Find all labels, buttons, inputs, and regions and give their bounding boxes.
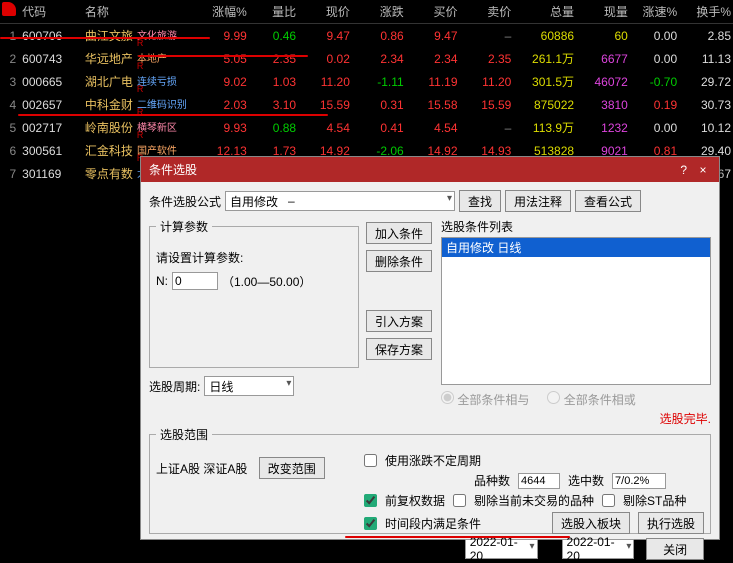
n-label: N: <box>156 274 168 288</box>
list-item[interactable]: 自用修改 日线 <box>442 238 710 257</box>
timecond-check[interactable] <box>364 517 377 530</box>
table-row[interactable]: 1600706曲江文旅文化旅游R9.990.469.470.869.47–608… <box>0 24 733 48</box>
table-row[interactable]: 4002657中科金财二维码识别R2.033.1015.590.3115.581… <box>0 93 733 116</box>
usage-button[interactable]: 用法注释 <box>505 190 571 212</box>
del-cond-button[interactable]: 删除条件 <box>366 250 432 272</box>
col-header[interactable]: 涨幅% <box>199 0 248 24</box>
col-header[interactable]: 涨速% <box>630 0 679 24</box>
use-range-check[interactable] <box>364 454 377 467</box>
find-button[interactable]: 查找 <box>459 190 501 212</box>
done-text: 选股完毕. <box>441 410 711 427</box>
annotation-line <box>18 114 328 116</box>
table-row[interactable]: 3000665湖北广电连续亏损R9.021.0311.20-1.1111.191… <box>0 70 733 93</box>
to-block-button[interactable]: 选股入板块 <box>552 512 630 534</box>
scope-fieldset: 选股范围 上证A股 深证A股 改变范围 使用涨跌不定周期 品种数 选中数 前复权… <box>149 426 711 534</box>
period-label: 选股周期: <box>149 378 200 395</box>
dialog-titlebar[interactable]: 条件选股 ? × <box>141 157 719 182</box>
formula-combo[interactable]: 自用修改 – <box>225 191 455 211</box>
period-combo[interactable]: 日线 <box>204 376 294 396</box>
col-header[interactable]: 买价 <box>406 0 460 24</box>
scope-text: 上证A股 深证A股 <box>156 462 247 476</box>
col-header[interactable]: 现量 <box>576 0 630 24</box>
help-icon[interactable]: ? <box>676 163 692 177</box>
calc-legend: 计算参数 <box>156 218 212 235</box>
radio-and[interactable]: 全部条件相与 <box>441 391 529 408</box>
date-from[interactable]: 2022-01-20 <box>465 539 538 559</box>
stock-filter-dialog: 条件选股 ? × 条件选股公式 自用修改 – 查找 用法注释 查看公式 计算参数… <box>140 156 720 540</box>
hit-field[interactable] <box>612 473 666 489</box>
close-button[interactable]: 关闭 <box>646 538 704 560</box>
dialog-title: 条件选股 <box>149 161 197 178</box>
add-cond-button[interactable]: 加入条件 <box>366 222 432 244</box>
annotation-line <box>0 37 210 39</box>
cond-list-label: 选股条件列表 <box>441 218 711 235</box>
import-button[interactable]: 引入方案 <box>366 310 432 332</box>
exec-button[interactable]: 执行选股 <box>638 512 704 534</box>
close-icon[interactable]: × <box>695 163 711 177</box>
annotation-line <box>345 536 570 538</box>
change-scope-button[interactable]: 改变范围 <box>259 457 325 479</box>
table-row[interactable]: 5002717岭南股份横琴新区R9.930.884.540.414.54–113… <box>0 116 733 139</box>
n-hint: （1.00—50.00） <box>222 273 311 290</box>
col-header[interactable]: 卖价 <box>460 0 514 24</box>
app-logo-icon <box>2 2 16 16</box>
radio-or[interactable]: 全部条件相或 <box>547 391 635 408</box>
n-input[interactable] <box>172 272 218 290</box>
col-header[interactable]: 代码 <box>20 0 83 24</box>
col-header[interactable]: 名称 <box>83 0 200 24</box>
col-header[interactable]: 涨跌 <box>352 0 406 24</box>
excl-check[interactable] <box>453 494 466 507</box>
annotation-line <box>138 55 308 57</box>
scope-legend: 选股范围 <box>156 426 212 443</box>
date-to[interactable]: 2022-01-20 <box>562 539 635 559</box>
exclst-check[interactable] <box>602 494 615 507</box>
col-header[interactable]: 换手% <box>679 0 733 24</box>
calc-params-fieldset: 计算参数 请设置计算参数: N: （1.00—50.00） <box>149 218 359 368</box>
cond-listbox[interactable]: 自用修改 日线 <box>441 237 711 385</box>
table-row[interactable]: 2600743华远地产本地产R5.052.350.022.342.342.352… <box>0 47 733 70</box>
set-param-text: 请设置计算参数: <box>156 249 352 266</box>
fq-check[interactable] <box>364 494 377 507</box>
view-formula-button[interactable]: 查看公式 <box>575 190 641 212</box>
save-button[interactable]: 保存方案 <box>366 338 432 360</box>
formula-label: 条件选股公式 <box>149 193 221 210</box>
count-field[interactable] <box>518 473 560 489</box>
col-header[interactable]: 总量 <box>513 0 576 24</box>
col-header[interactable]: 现价 <box>298 0 352 24</box>
col-header[interactable]: 量比 <box>249 0 298 24</box>
